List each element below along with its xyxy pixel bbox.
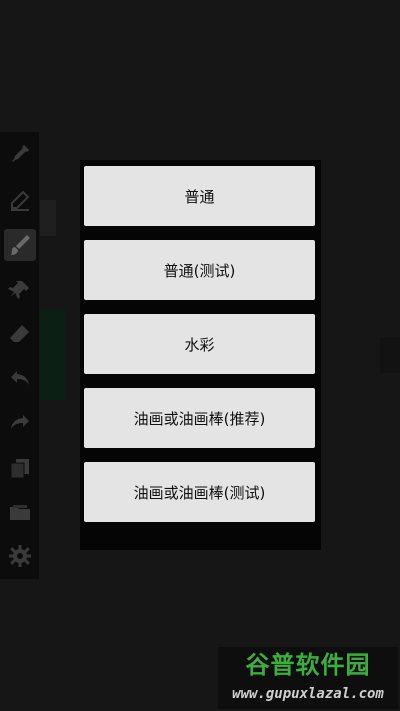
eyedropper-icon <box>12 145 29 162</box>
settings-button[interactable] <box>4 540 36 572</box>
eyedropper-tool[interactable] <box>4 138 36 170</box>
redo-button[interactable] <box>4 406 36 438</box>
eraser-icon <box>10 325 29 342</box>
eraser-tool[interactable] <box>4 318 36 350</box>
site-watermark: 谷普软件园 www.gupuxlazal.com <box>218 647 398 709</box>
watermark-title: 谷普软件园 <box>245 651 371 679</box>
brush-icon <box>11 235 30 255</box>
brush-option-oil-recommended[interactable]: 油画或油画棒(推荐) <box>84 388 315 448</box>
watermark-url: www.gupuxlazal.com <box>232 686 384 702</box>
layers-icon <box>10 459 29 479</box>
brush-type-dialog: 普通 普通(测试) 水彩 油画或油画棒(推荐) 油画或油画棒(测试) <box>80 160 321 550</box>
stamp-icon <box>8 281 29 299</box>
pencil-outline-icon <box>11 190 30 211</box>
panel-edge <box>40 200 56 236</box>
brush-option-normal[interactable]: 普通 <box>84 166 315 226</box>
layers-button[interactable] <box>4 452 36 484</box>
brush-tool[interactable] <box>4 229 36 261</box>
brush-option-normal-test[interactable]: 普通(测试) <box>84 240 315 300</box>
left-toolbar <box>0 132 39 579</box>
folder-icon <box>10 505 30 520</box>
undo-icon <box>11 371 29 385</box>
settings-gear-icon <box>9 545 31 567</box>
pencil-tool[interactable] <box>4 184 36 216</box>
right-panel-edge <box>380 337 400 373</box>
redo-icon <box>11 415 29 429</box>
stamp-tool[interactable] <box>4 274 36 306</box>
brush-option-oil-test[interactable]: 油画或油画棒(测试) <box>84 462 315 522</box>
undo-button[interactable] <box>4 362 36 394</box>
open-folder-button[interactable] <box>4 496 36 528</box>
color-panel-edge <box>40 310 65 400</box>
brush-option-watercolor[interactable]: 水彩 <box>84 314 315 374</box>
